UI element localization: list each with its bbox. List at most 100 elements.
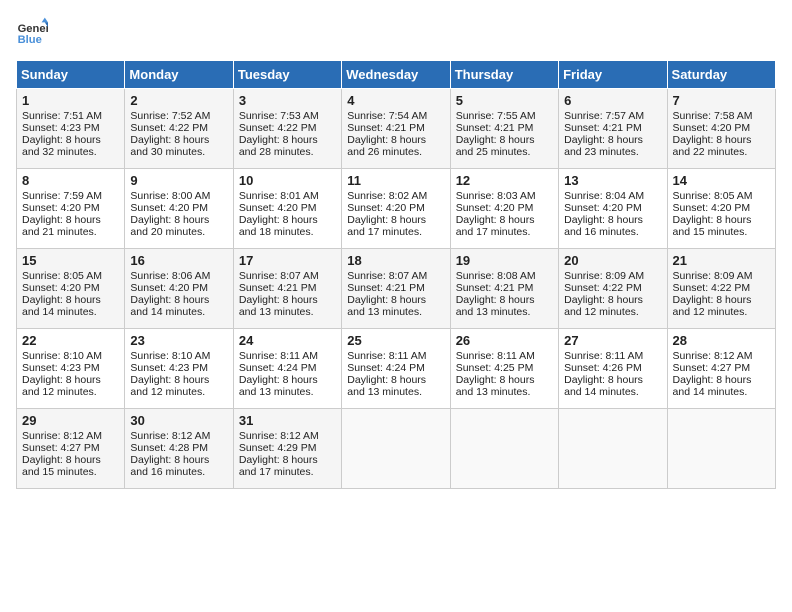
sunrise: Sunrise: 8:11 AM	[456, 350, 535, 362]
day-number: 4	[347, 93, 444, 108]
daylight: Daylight: 8 hours and 26 minutes.	[347, 134, 426, 158]
sunset: Sunset: 4:27 PM	[22, 442, 100, 454]
sunrise: Sunrise: 7:55 AM	[456, 110, 536, 122]
day-number: 12	[456, 173, 553, 188]
sunset: Sunset: 4:20 PM	[564, 202, 642, 214]
weekday-header-row: SundayMondayTuesdayWednesdayThursdayFrid…	[17, 61, 776, 89]
day-cell: 5Sunrise: 7:55 AMSunset: 4:21 PMDaylight…	[450, 89, 558, 169]
sunrise: Sunrise: 7:53 AM	[239, 110, 319, 122]
day-number: 1	[22, 93, 119, 108]
day-cell	[559, 409, 667, 489]
sunrise: Sunrise: 8:01 AM	[239, 190, 319, 202]
daylight: Daylight: 8 hours and 16 minutes.	[564, 214, 643, 238]
day-cell: 30Sunrise: 8:12 AMSunset: 4:28 PMDayligh…	[125, 409, 233, 489]
calendar-table: SundayMondayTuesdayWednesdayThursdayFrid…	[16, 60, 776, 489]
day-number: 18	[347, 253, 444, 268]
daylight: Daylight: 8 hours and 13 minutes.	[239, 374, 318, 398]
day-cell: 12Sunrise: 8:03 AMSunset: 4:20 PMDayligh…	[450, 169, 558, 249]
daylight: Daylight: 8 hours and 28 minutes.	[239, 134, 318, 158]
sunset: Sunset: 4:24 PM	[239, 362, 317, 374]
sunset: Sunset: 4:21 PM	[564, 122, 642, 134]
day-number: 21	[673, 253, 770, 268]
sunrise: Sunrise: 8:10 AM	[22, 350, 102, 362]
daylight: Daylight: 8 hours and 16 minutes.	[130, 454, 209, 478]
day-number: 8	[22, 173, 119, 188]
week-row-4: 22Sunrise: 8:10 AMSunset: 4:23 PMDayligh…	[17, 329, 776, 409]
sunset: Sunset: 4:22 PM	[564, 282, 642, 294]
week-row-3: 15Sunrise: 8:05 AMSunset: 4:20 PMDayligh…	[17, 249, 776, 329]
sunrise: Sunrise: 8:12 AM	[673, 350, 753, 362]
sunset: Sunset: 4:20 PM	[22, 202, 100, 214]
day-number: 23	[130, 333, 227, 348]
sunrise: Sunrise: 8:03 AM	[456, 190, 536, 202]
sunset: Sunset: 4:29 PM	[239, 442, 317, 454]
sunrise: Sunrise: 7:58 AM	[673, 110, 753, 122]
day-cell: 22Sunrise: 8:10 AMSunset: 4:23 PMDayligh…	[17, 329, 125, 409]
day-cell: 6Sunrise: 7:57 AMSunset: 4:21 PMDaylight…	[559, 89, 667, 169]
day-cell: 7Sunrise: 7:58 AMSunset: 4:20 PMDaylight…	[667, 89, 775, 169]
sunset: Sunset: 4:20 PM	[22, 282, 100, 294]
daylight: Daylight: 8 hours and 13 minutes.	[239, 294, 318, 318]
page-header: General Blue	[16, 16, 776, 48]
daylight: Daylight: 8 hours and 15 minutes.	[22, 454, 101, 478]
day-cell: 27Sunrise: 8:11 AMSunset: 4:26 PMDayligh…	[559, 329, 667, 409]
day-cell: 4Sunrise: 7:54 AMSunset: 4:21 PMDaylight…	[342, 89, 450, 169]
daylight: Daylight: 8 hours and 13 minutes.	[456, 294, 535, 318]
sunrise: Sunrise: 8:05 AM	[22, 270, 102, 282]
daylight: Daylight: 8 hours and 14 minutes.	[130, 294, 209, 318]
sunrise: Sunrise: 8:11 AM	[347, 350, 426, 362]
weekday-sunday: Sunday	[17, 61, 125, 89]
day-number: 2	[130, 93, 227, 108]
day-number: 20	[564, 253, 661, 268]
sunrise: Sunrise: 8:05 AM	[673, 190, 753, 202]
day-cell: 26Sunrise: 8:11 AMSunset: 4:25 PMDayligh…	[450, 329, 558, 409]
sunrise: Sunrise: 8:12 AM	[130, 430, 210, 442]
day-number: 22	[22, 333, 119, 348]
day-cell: 25Sunrise: 8:11 AMSunset: 4:24 PMDayligh…	[342, 329, 450, 409]
day-cell: 14Sunrise: 8:05 AMSunset: 4:20 PMDayligh…	[667, 169, 775, 249]
weekday-saturday: Saturday	[667, 61, 775, 89]
sunset: Sunset: 4:23 PM	[130, 362, 208, 374]
sunset: Sunset: 4:28 PM	[130, 442, 208, 454]
daylight: Daylight: 8 hours and 12 minutes.	[564, 294, 643, 318]
sunset: Sunset: 4:20 PM	[347, 202, 425, 214]
weekday-tuesday: Tuesday	[233, 61, 341, 89]
sunrise: Sunrise: 8:07 AM	[347, 270, 427, 282]
sunset: Sunset: 4:20 PM	[456, 202, 534, 214]
logo-icon: General Blue	[16, 16, 48, 48]
sunrise: Sunrise: 8:08 AM	[456, 270, 536, 282]
sunset: Sunset: 4:23 PM	[22, 122, 100, 134]
day-number: 17	[239, 253, 336, 268]
sunrise: Sunrise: 8:09 AM	[673, 270, 753, 282]
week-row-5: 29Sunrise: 8:12 AMSunset: 4:27 PMDayligh…	[17, 409, 776, 489]
sunset: Sunset: 4:20 PM	[130, 282, 208, 294]
sunset: Sunset: 4:20 PM	[130, 202, 208, 214]
day-cell: 24Sunrise: 8:11 AMSunset: 4:24 PMDayligh…	[233, 329, 341, 409]
day-number: 29	[22, 413, 119, 428]
daylight: Daylight: 8 hours and 17 minutes.	[239, 454, 318, 478]
day-cell: 17Sunrise: 8:07 AMSunset: 4:21 PMDayligh…	[233, 249, 341, 329]
sunrise: Sunrise: 8:09 AM	[564, 270, 644, 282]
sunrise: Sunrise: 8:12 AM	[239, 430, 319, 442]
calendar-body: 1Sunrise: 7:51 AMSunset: 4:23 PMDaylight…	[17, 89, 776, 489]
daylight: Daylight: 8 hours and 17 minutes.	[347, 214, 426, 238]
day-cell	[342, 409, 450, 489]
day-cell	[450, 409, 558, 489]
sunrise: Sunrise: 8:11 AM	[239, 350, 318, 362]
weekday-wednesday: Wednesday	[342, 61, 450, 89]
sunset: Sunset: 4:21 PM	[347, 122, 425, 134]
daylight: Daylight: 8 hours and 15 minutes.	[673, 214, 752, 238]
day-cell: 28Sunrise: 8:12 AMSunset: 4:27 PMDayligh…	[667, 329, 775, 409]
daylight: Daylight: 8 hours and 13 minutes.	[347, 294, 426, 318]
day-cell: 21Sunrise: 8:09 AMSunset: 4:22 PMDayligh…	[667, 249, 775, 329]
sunrise: Sunrise: 8:00 AM	[130, 190, 210, 202]
daylight: Daylight: 8 hours and 13 minutes.	[456, 374, 535, 398]
day-number: 15	[22, 253, 119, 268]
sunset: Sunset: 4:24 PM	[347, 362, 425, 374]
sunset: Sunset: 4:23 PM	[22, 362, 100, 374]
day-cell: 20 Sunrise: 8:09 AMSunset: 4:22 PMDayligh…	[559, 249, 667, 329]
day-cell: 10Sunrise: 8:01 AMSunset: 4:20 PMDayligh…	[233, 169, 341, 249]
weekday-thursday: Thursday	[450, 61, 558, 89]
daylight: Daylight: 8 hours and 12 minutes.	[130, 374, 209, 398]
day-number: 31	[239, 413, 336, 428]
